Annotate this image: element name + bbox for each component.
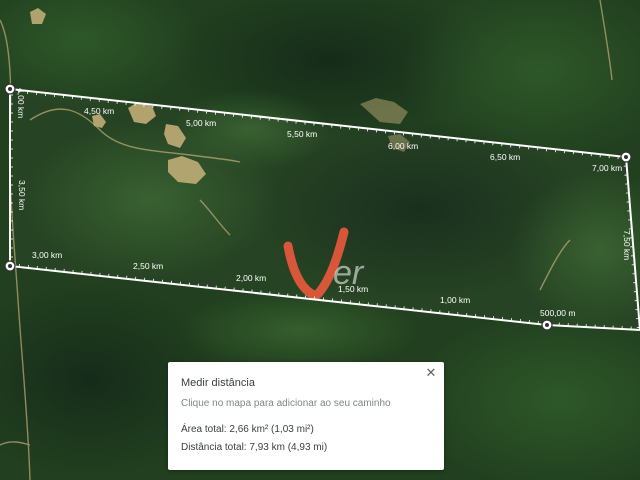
distance-label: 1,50 km xyxy=(338,284,368,294)
distance-label: 4,50 km xyxy=(84,106,114,116)
panel-hint: Clique no mapa para adicionar ao seu cam… xyxy=(181,398,391,409)
distance-label: 5,00 km xyxy=(186,118,216,128)
distance-label: 5,50 km xyxy=(287,129,317,139)
satellite-map[interactable]: er 4,00 km 4,50 km 5,00 km 5,50 km 6,00 … xyxy=(0,0,640,480)
distance-label: 2,00 km xyxy=(236,273,266,283)
distance-label: 6,00 km xyxy=(388,141,418,151)
distance-label: 1,00 km xyxy=(440,295,470,305)
distance-label: 4,00 km xyxy=(16,88,26,118)
distance-label: 3,50 km xyxy=(17,180,27,210)
measure-distance-panel: Medir distância ✕ Clique no mapa para ad… xyxy=(168,362,444,470)
distance-label: 500,00 m xyxy=(540,308,575,318)
distance-label: 7,00 km xyxy=(592,163,622,173)
distance-label: 7,50 km xyxy=(622,230,632,260)
total-area: Área total: 2,66 km² (1,03 mi²) xyxy=(181,424,314,435)
distance-label: 6,50 km xyxy=(490,152,520,162)
total-distance: Distância total: 7,93 km (4,93 mi) xyxy=(181,442,328,453)
close-icon[interactable]: ✕ xyxy=(424,366,438,380)
panel-title: Medir distância xyxy=(181,377,255,389)
distance-label: 2,50 km xyxy=(133,261,163,271)
distance-label: 3,00 km xyxy=(32,250,62,260)
